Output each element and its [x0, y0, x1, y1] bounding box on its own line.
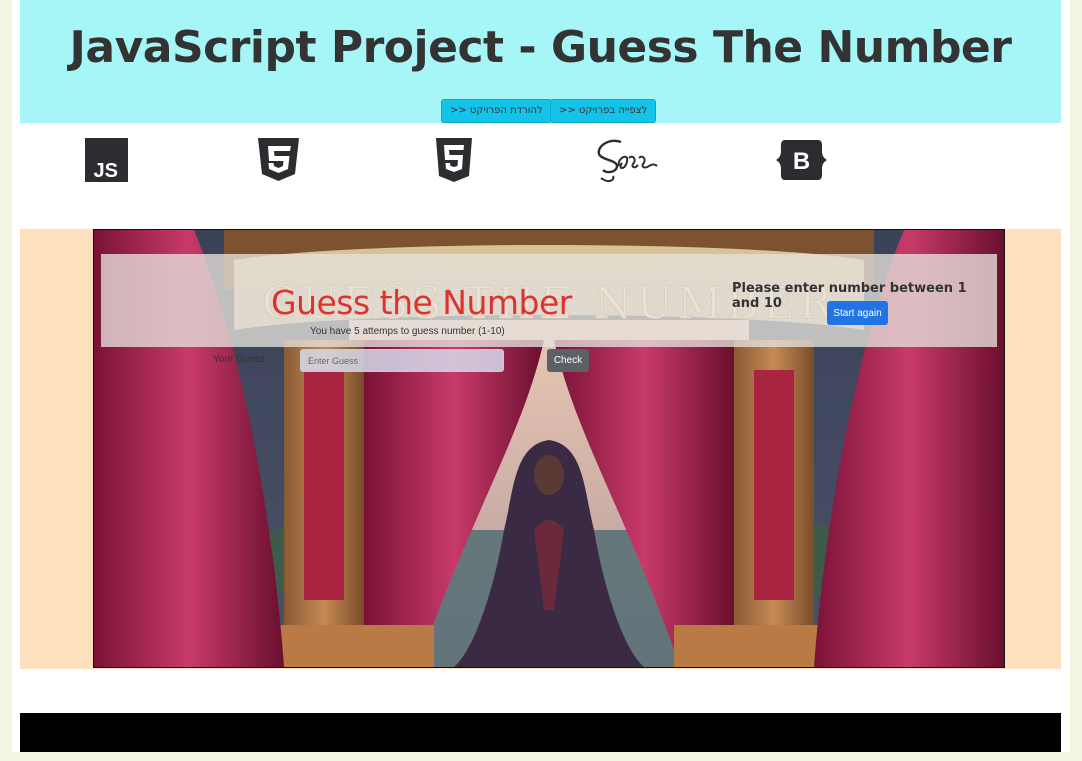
- view-project-button[interactable]: לצפייה בפרויקט <<: [550, 99, 657, 123]
- bootstrap-logo-icon: B: [775, 138, 828, 187]
- page-container: JavaScript Project - Guess The Number לה…: [12, 0, 1070, 752]
- game-panel: Guess the Number You have 5 attemps to g…: [101, 254, 997, 372]
- page-title: JavaScript Project - Guess The Number: [69, 22, 1012, 73]
- guess-label: Your Guess:: [213, 354, 268, 365]
- check-button[interactable]: Check: [547, 349, 589, 372]
- page-header: JavaScript Project - Guess The Number לה…: [20, 0, 1061, 123]
- css3-logo-icon: [256, 138, 301, 187]
- start-again-button[interactable]: Start again: [827, 301, 888, 325]
- svg-text:JS: JS: [94, 160, 118, 182]
- game-title: Guess the Number: [271, 283, 572, 322]
- guess-input[interactable]: [300, 349, 504, 372]
- download-project-button[interactable]: להורדת הפרויקט <<: [441, 99, 552, 123]
- sass-logo-icon: [595, 136, 659, 191]
- game-section: GUESS THE NUMBER: [20, 229, 1061, 669]
- svg-text:B: B: [793, 148, 810, 175]
- js-logo-icon: JS: [85, 138, 128, 187]
- game-subtitle: You have 5 attemps to guess number (1-10…: [310, 326, 505, 337]
- html5-logo-icon: [435, 138, 473, 187]
- page-footer: [20, 713, 1061, 752]
